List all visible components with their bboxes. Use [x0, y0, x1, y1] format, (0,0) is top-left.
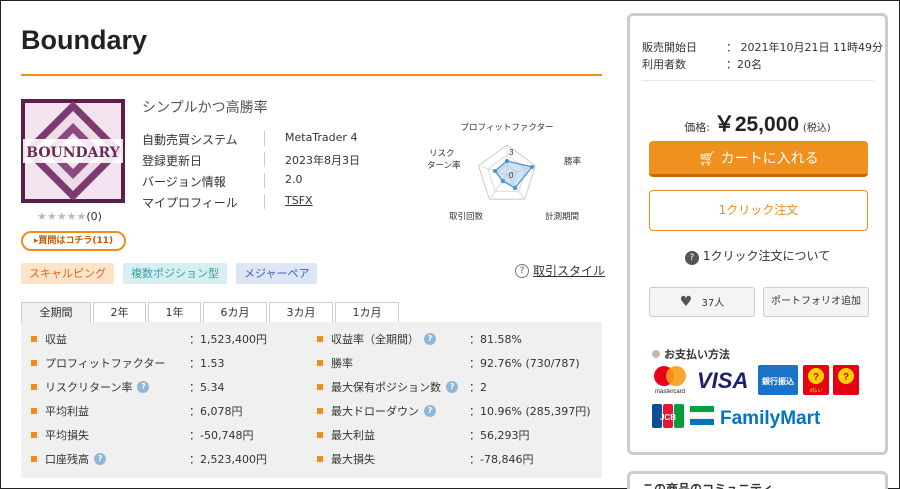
- svg-text:0: 0: [509, 171, 514, 180]
- tab-1m[interactable]: 1カ月: [335, 302, 399, 322]
- tab-6m[interactable]: 6カ月: [203, 302, 267, 322]
- question-icon: ?: [515, 263, 529, 278]
- user-count: 利用者数 ：20名: [642, 58, 762, 71]
- svg-text:mastercard: mastercard: [655, 389, 685, 395]
- product-logo: BOUNDARY: [21, 99, 125, 203]
- stat-avg-profit: 平均利益 ：6,078円: [31, 403, 311, 419]
- info-row-version: バージョン情報 2.0: [142, 173, 303, 189]
- svg-text:3: 3: [509, 148, 514, 157]
- purchase-box: 販売開始日： 2021年10月21日 11時49分 利用者数 ：20名 価格: ￥…: [627, 13, 888, 455]
- jcb-logo: JCB: [652, 404, 684, 428]
- svg-text:?: ?: [813, 372, 819, 383]
- help-icon[interactable]: ?: [424, 333, 436, 345]
- stat-risk-return: リスクリターン率? ：5.34: [31, 379, 311, 395]
- tab-all[interactable]: 全期間: [21, 302, 91, 322]
- stat-return-rate: 収益率（全期間）? ：81.58%: [317, 331, 597, 347]
- heart-icon: ♥: [679, 294, 693, 310]
- info-row-updated: 登録更新日 2023年8月3日: [142, 152, 360, 168]
- stat-max-profit: 最大利益 ：56,293円: [317, 427, 597, 443]
- rating-stars: ★★★★★(0): [37, 210, 102, 223]
- radar-label-risk: リスク: [429, 148, 455, 158]
- mastercard-logo: mastercard: [654, 366, 686, 395]
- profile-link[interactable]: TSFX: [285, 194, 313, 215]
- tag-major-pair[interactable]: メジャーペア: [236, 263, 318, 284]
- question-icon: ?: [684, 251, 699, 265]
- svg-text:FamilyMart: FamilyMart: [720, 408, 821, 429]
- help-icon[interactable]: ?: [424, 405, 436, 417]
- bank-transfer-logo: 銀行振込: [758, 365, 798, 395]
- period-tabs: 全期間 2年 1年 6カ月 3カ月 1カ月: [21, 302, 401, 322]
- cart-icon: 🛒︎: [698, 151, 717, 167]
- sale-start: 販売開始日： 2021年10月21日 11時49分: [642, 41, 883, 54]
- svg-text:JCB: JCB: [660, 413, 676, 422]
- tab-1y[interactable]: 1年: [148, 302, 201, 322]
- community-box: この商品のコミュニティ: [627, 471, 888, 489]
- tab-2y[interactable]: 2年: [93, 302, 146, 322]
- svg-text:銀行振込: 銀行振込: [761, 376, 794, 386]
- radar-label-winrate: 勝率: [564, 156, 582, 166]
- help-icon[interactable]: ?: [446, 381, 458, 393]
- visa-logo: VISA: [697, 368, 748, 393]
- product-info: 自動売買システム MetaTrader 4 登録更新日 2023年8月3日 バージョ…: [142, 131, 360, 215]
- payment-logos: mastercard VISA 銀行振込 ? d払い ? JCB FamilyM…: [650, 364, 870, 433]
- question-button[interactable]: ▸買問はコチラ(11): [21, 231, 126, 251]
- title-underline: [21, 74, 602, 76]
- stat-win-rate: 勝率 ：92.76% (730/787): [317, 355, 597, 371]
- tag-scalping[interactable]: スキャルピング: [21, 263, 114, 284]
- svg-text:d払い: d払い: [810, 387, 823, 394]
- review-count: (0): [86, 210, 102, 223]
- familymart-logo: FamilyMart: [689, 406, 821, 429]
- stat-avg-loss: 平均損失 ：-50,748円: [31, 427, 311, 443]
- radar-label-pf: プロフィットファクター: [461, 122, 554, 132]
- tag-multi-position[interactable]: 複数ポジション型: [123, 263, 227, 284]
- favorite-button[interactable]: ♥ 37人: [649, 287, 755, 317]
- one-click-help-link[interactable]: ? 1クリック注文について: [630, 247, 885, 265]
- help-icon[interactable]: ?: [137, 381, 150, 393]
- stats-panel: 収益 ：1,523,400円 プロフィットファクター ：1.53 リスクリターン率?…: [21, 322, 602, 478]
- svg-text:BOUNDARY: BOUNDARY: [26, 145, 121, 161]
- svg-text:ターン率: ターン率: [427, 160, 461, 170]
- stat-max-drawdown: 最大ドローダウン? ：10.96% (285,397円): [317, 403, 597, 419]
- product-subtitle: シンプルかつ高勝率: [142, 100, 268, 116]
- help-icon[interactable]: ?: [94, 453, 106, 465]
- info-row-profile: マイプロフィール TSFX: [142, 194, 360, 215]
- d-payment-logo: ? d払い: [803, 365, 829, 395]
- stat-max-positions: 最大保有ポジション数? ：2: [317, 379, 597, 395]
- tab-3m[interactable]: 3カ月: [269, 302, 333, 322]
- portfolio-add-button[interactable]: ポートフォリオ追加: [763, 287, 869, 317]
- stat-balance: 口座残高? ：2,523,400円: [31, 451, 311, 467]
- payment-methods-title: お支払い方法: [652, 346, 730, 362]
- radar-label-period: 計測期間: [545, 211, 579, 221]
- svg-text:?: ?: [843, 372, 849, 383]
- stat-max-loss: 最大損失 ：-78,846円: [317, 451, 597, 467]
- product-title: Boundary: [21, 25, 148, 55]
- radar-label-trades: 取引回数: [449, 211, 484, 221]
- tag-list: スキャルピング 複数ポジション型 メジャーペア: [21, 263, 318, 284]
- radar-chart: 3 0 プロフィットファクター 勝率 計測期間 取引回数 リスク ターン率: [419, 119, 594, 224]
- trade-style-link[interactable]: ? 取引スタイル: [515, 262, 605, 279]
- one-click-order-button[interactable]: 1クリック注文: [649, 190, 868, 231]
- stat-profit-factor: プロフィットファクター ：1.53: [31, 355, 311, 371]
- price: 価格: ￥25,000 (税込): [684, 113, 831, 136]
- info-row-system: 自動売買システム MetaTrader 4: [142, 131, 358, 147]
- add-to-cart-button[interactable]: 🛒︎ カートに入れる: [649, 141, 868, 177]
- stat-profit: 収益 ：1,523,400円: [31, 331, 311, 347]
- d-payment-logo-2: ?: [833, 365, 859, 395]
